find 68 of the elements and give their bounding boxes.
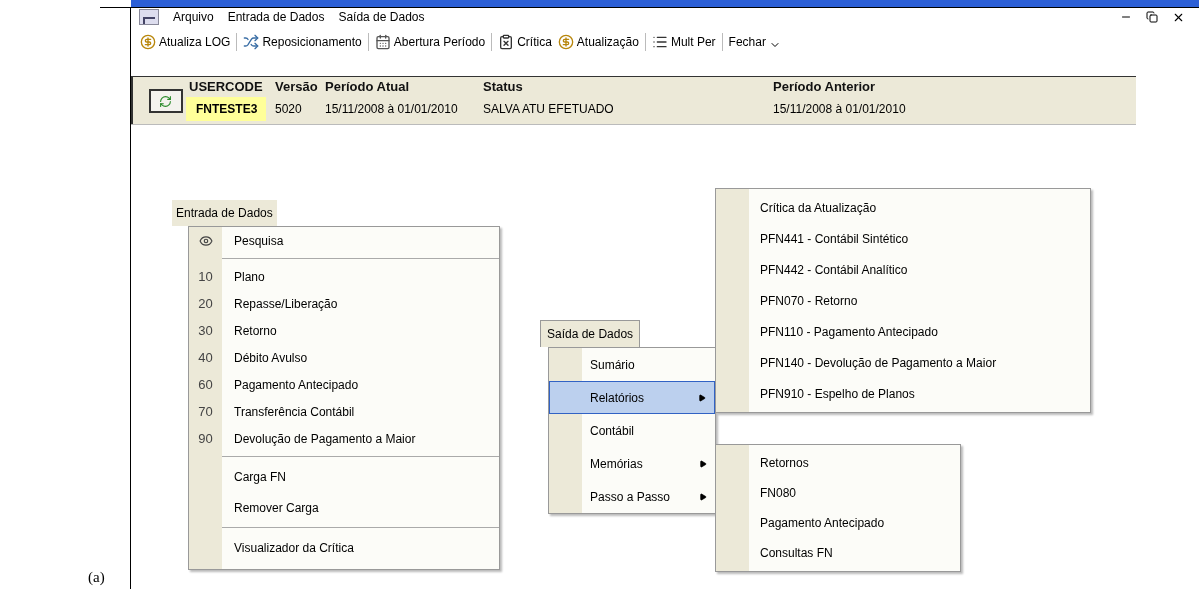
column-header: Status bbox=[482, 78, 524, 96]
clipboard-icon bbox=[498, 34, 515, 50]
column-header: Versão bbox=[274, 78, 319, 96]
restore-icon[interactable] bbox=[1146, 11, 1158, 23]
menu-item[interactable]: Repasse/Liberação bbox=[222, 290, 499, 317]
field-value: 15/11/2008 à 01/01/2010 bbox=[772, 100, 907, 118]
coin-icon bbox=[557, 34, 574, 50]
menu-item[interactable]: Visualizador da Crítica bbox=[222, 532, 499, 563]
menu-item[interactable]: Remover Carga bbox=[222, 492, 499, 523]
item-code: 20 bbox=[198, 294, 213, 313]
menu-item[interactable]: Contábil bbox=[549, 414, 715, 447]
toolbar-button[interactable]: Mult Per bbox=[648, 33, 719, 51]
toolbar-button[interactable]: Reposicionamento bbox=[240, 33, 365, 51]
arrows-icon bbox=[243, 34, 260, 50]
item-code: 60 bbox=[198, 375, 213, 394]
menu-item[interactable]: Pagamento Antecipado bbox=[222, 371, 499, 398]
menu-bar-item[interactable]: Entrada de Dados bbox=[227, 8, 325, 26]
menu-item[interactable]: Pesquisa bbox=[222, 227, 499, 254]
menu-item[interactable]: Crítica da Atualização bbox=[716, 192, 1090, 223]
eye-icon bbox=[198, 233, 213, 248]
menu-item[interactable]: Sumário bbox=[549, 348, 715, 381]
figure-caption: (a) bbox=[88, 567, 105, 587]
column-header: Período Atual bbox=[324, 78, 411, 96]
menu-item[interactable]: Relatórios bbox=[549, 381, 715, 414]
column-header: Período Anterior bbox=[772, 78, 877, 96]
menu-item[interactable]: PFN442 - Contábil Analítico bbox=[716, 254, 1090, 285]
list-icon bbox=[651, 34, 668, 50]
field-value: 5020 bbox=[274, 100, 303, 118]
coin-icon bbox=[140, 34, 156, 50]
menu-item[interactable]: FN080 bbox=[716, 478, 960, 508]
menu-item[interactable]: PFN910 - Espelho de Planos bbox=[716, 378, 1090, 409]
menu-title[interactable]: Entrada de Dados bbox=[172, 200, 277, 226]
toolbar-button[interactable]: Fechar bbox=[725, 33, 769, 51]
menu-item[interactable]: PFN070 - Retorno bbox=[716, 285, 1090, 316]
toolbar-button[interactable]: Abertura Período bbox=[371, 33, 489, 51]
menu-item[interactable]: Débito Avulso bbox=[222, 344, 499, 371]
refresh-icon bbox=[159, 94, 172, 108]
menu-bar-item[interactable]: Saída de Dados bbox=[338, 8, 425, 26]
item-code: 70 bbox=[198, 402, 213, 421]
menu-item[interactable]: Transferência Contábil bbox=[222, 398, 499, 425]
field-value: 15/11/2008 à 01/01/2010 bbox=[324, 100, 459, 118]
menu-item[interactable]: Retorno bbox=[222, 317, 499, 344]
menu-item[interactable]: Memórias bbox=[549, 447, 715, 480]
menu-item[interactable]: PFN140 - Devolução de Pagamento a Maior bbox=[716, 347, 1090, 378]
menu-item[interactable]: Plano bbox=[222, 263, 499, 290]
field-value: FNTESTE3 bbox=[186, 96, 266, 121]
menu-item[interactable]: PFN110 - Pagamento Antecipado bbox=[716, 316, 1090, 347]
menu-title[interactable]: Saída de Dados bbox=[540, 320, 641, 347]
calendar-icon bbox=[374, 34, 391, 50]
menu-item[interactable]: Retornos bbox=[716, 448, 960, 478]
item-code: 40 bbox=[198, 348, 213, 367]
item-code: 90 bbox=[198, 429, 213, 448]
menu-item[interactable]: Passo a Passo bbox=[549, 480, 715, 513]
item-code: 10 bbox=[198, 267, 213, 286]
toolbar-button[interactable]: Atualização bbox=[554, 33, 642, 51]
toolbar-button[interactable]: Crítica bbox=[495, 33, 555, 51]
menu-item[interactable]: Carga FN bbox=[222, 461, 499, 492]
app-icon[interactable] bbox=[139, 9, 159, 25]
menu-item[interactable]: PFN441 - Contábil Sintético bbox=[716, 223, 1090, 254]
refresh-button[interactable] bbox=[148, 89, 183, 113]
field-value: SALVA ATU EFETUADO bbox=[482, 100, 615, 118]
menu-item[interactable]: Pagamento Antecipado bbox=[716, 508, 960, 538]
menu-item[interactable]: Devolução de Pagamento a Maior bbox=[222, 425, 499, 452]
column-header: USERCODE bbox=[188, 78, 264, 96]
menu-item[interactable]: Consultas FN bbox=[716, 538, 960, 568]
toolbar-button[interactable]: Atualiza LOG bbox=[137, 33, 234, 51]
item-code: 30 bbox=[198, 321, 213, 340]
menu-bar-item[interactable]: Arquivo bbox=[173, 8, 214, 26]
